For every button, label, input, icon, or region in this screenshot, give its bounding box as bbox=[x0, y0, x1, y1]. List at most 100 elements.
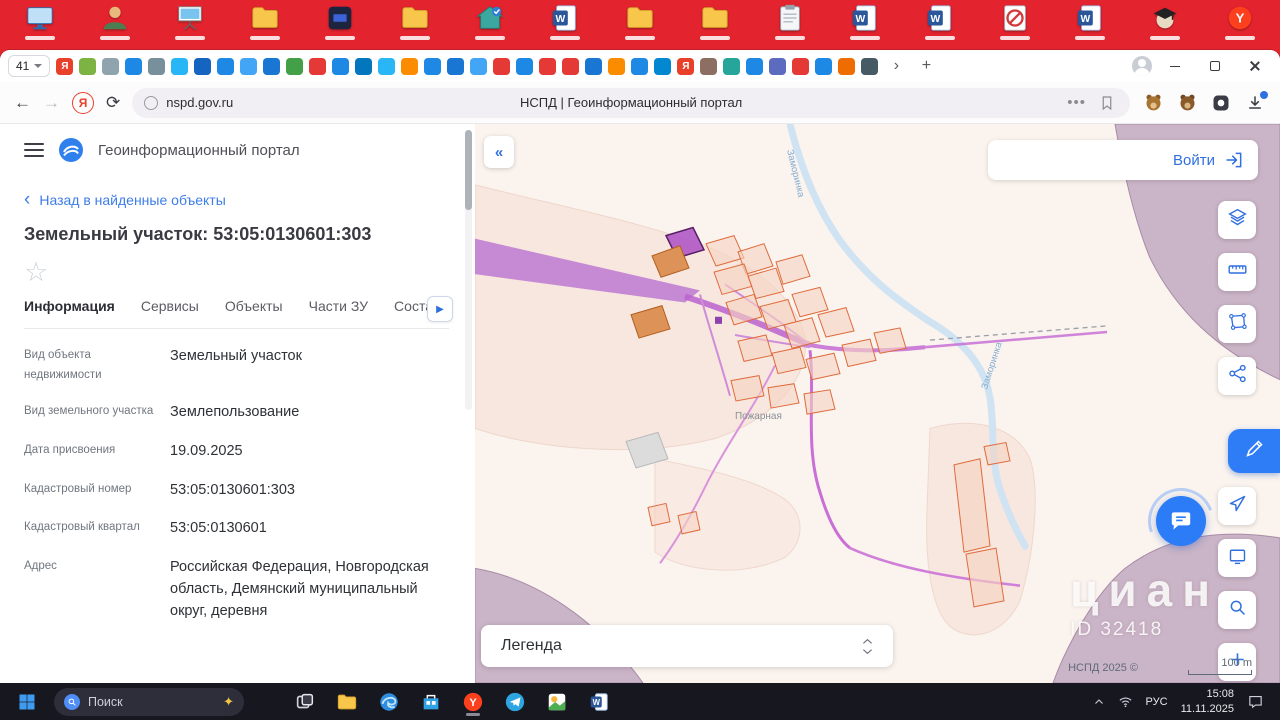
taskbar-photos[interactable] bbox=[540, 687, 574, 717]
more-options-icon[interactable]: ••• bbox=[1067, 94, 1086, 111]
legend-bar[interactable]: Легенда bbox=[481, 625, 893, 667]
desktop-icon-blocked[interactable] bbox=[993, 3, 1037, 49]
browser-tab[interactable] bbox=[585, 57, 603, 75]
desktop-icon-word[interactable]: W bbox=[543, 3, 587, 49]
browser-tab[interactable] bbox=[194, 57, 212, 75]
poi-marker[interactable] bbox=[715, 316, 722, 324]
browser-tab[interactable] bbox=[539, 57, 557, 75]
panel-tab-3[interactable]: Объекты bbox=[225, 298, 283, 328]
taskbar-word[interactable]: W bbox=[582, 687, 616, 717]
tabs-next-arrow[interactable]: ▶ bbox=[427, 296, 453, 322]
search-button[interactable] bbox=[1218, 591, 1256, 629]
browser-tab[interactable] bbox=[79, 57, 97, 75]
browser-tab[interactable] bbox=[125, 57, 143, 75]
tab-counter[interactable]: 41 bbox=[8, 55, 51, 77]
browser-tab[interactable] bbox=[700, 57, 718, 75]
extension-bear-icon[interactable] bbox=[1142, 92, 1164, 114]
panel-tab-2[interactable]: Сервисы bbox=[141, 298, 199, 328]
chat-fab-button[interactable] bbox=[1156, 496, 1206, 546]
desktop-icon-word[interactable]: W bbox=[918, 3, 962, 49]
taskbar-telegram[interactable] bbox=[498, 687, 532, 717]
browser-tab[interactable]: Я bbox=[677, 57, 695, 75]
menu-icon[interactable] bbox=[24, 143, 44, 157]
extension-bear-icon-2[interactable] bbox=[1176, 92, 1198, 114]
browser-tab[interactable] bbox=[309, 57, 327, 75]
extension-dark-icon[interactable] bbox=[1210, 92, 1232, 114]
desktop-icon-house[interactable] bbox=[468, 3, 512, 49]
browser-tab[interactable] bbox=[240, 57, 258, 75]
close-button[interactable] bbox=[1238, 54, 1272, 78]
taskbar-folder[interactable] bbox=[330, 687, 364, 717]
login-button[interactable]: Войти bbox=[988, 140, 1258, 180]
map-area[interactable]: Заморинка Заморинка Пожарная « Войти Лег… bbox=[475, 124, 1280, 683]
browser-tab[interactable] bbox=[171, 57, 189, 75]
desktop-icon-folder[interactable] bbox=[693, 3, 737, 49]
panel-tab-1[interactable]: Информация bbox=[24, 298, 115, 328]
layers-button[interactable] bbox=[1218, 201, 1256, 239]
map-canvas[interactable]: Заморинка Заморинка Пожарная bbox=[475, 124, 1280, 683]
downloads-button[interactable] bbox=[1244, 88, 1270, 114]
profile-avatar[interactable] bbox=[1132, 56, 1152, 76]
browser-tab[interactable] bbox=[608, 57, 626, 75]
browser-tab[interactable] bbox=[470, 57, 488, 75]
browser-tab[interactable] bbox=[148, 57, 166, 75]
extent-button[interactable] bbox=[1218, 539, 1256, 577]
locate-button[interactable] bbox=[1218, 487, 1256, 525]
desktop-icon-word[interactable]: W bbox=[1068, 3, 1112, 49]
taskbar-search[interactable]: Поиск ✦ bbox=[54, 687, 244, 716]
tab-overflow-chevron[interactable]: › bbox=[884, 54, 908, 78]
browser-tab[interactable] bbox=[263, 57, 281, 75]
new-tab-button[interactable]: + bbox=[914, 54, 938, 78]
browser-tab[interactable] bbox=[746, 57, 764, 75]
browser-tab[interactable] bbox=[723, 57, 741, 75]
share-button[interactable] bbox=[1218, 357, 1256, 395]
start-button[interactable] bbox=[10, 687, 44, 717]
browser-tab[interactable] bbox=[838, 57, 856, 75]
browser-tab[interactable] bbox=[861, 57, 879, 75]
desktop-icon-word[interactable]: W bbox=[843, 3, 887, 49]
maximize-button[interactable] bbox=[1198, 54, 1232, 78]
browser-tab[interactable] bbox=[447, 57, 465, 75]
browser-tab[interactable] bbox=[401, 57, 419, 75]
minimize-button[interactable] bbox=[1158, 54, 1192, 78]
language-indicator[interactable]: РУС bbox=[1146, 696, 1168, 708]
browser-tab[interactable] bbox=[562, 57, 580, 75]
desktop-icon-appdark[interactable] bbox=[318, 3, 362, 49]
clock[interactable]: 15:08 11.11.2025 bbox=[1181, 687, 1234, 716]
browser-tab[interactable] bbox=[217, 57, 235, 75]
site-info-icon[interactable] bbox=[144, 95, 159, 110]
browser-tab[interactable] bbox=[332, 57, 350, 75]
yandex-home-icon[interactable]: Я bbox=[72, 91, 94, 114]
back-arrow-icon[interactable]: ← bbox=[14, 94, 31, 111]
ruler-button[interactable] bbox=[1218, 253, 1256, 291]
collapse-panel-button[interactable]: « bbox=[484, 136, 514, 168]
desktop-icon-yandex[interactable]: Y bbox=[1218, 3, 1262, 49]
desktop-icon-monitor[interactable] bbox=[18, 3, 62, 49]
taskbar-yandex[interactable]: Y bbox=[456, 687, 490, 717]
desktop-icon-folder[interactable] bbox=[393, 3, 437, 49]
browser-tab[interactable] bbox=[815, 57, 833, 75]
network-icon[interactable] bbox=[1118, 694, 1133, 709]
browser-tab[interactable] bbox=[424, 57, 442, 75]
browser-tab[interactable]: Я bbox=[56, 57, 74, 75]
browser-tab[interactable] bbox=[378, 57, 396, 75]
browser-tab[interactable] bbox=[286, 57, 304, 75]
bookmark-icon[interactable] bbox=[1096, 92, 1118, 114]
forward-arrow-icon[interactable]: → bbox=[43, 94, 60, 111]
draw-button[interactable] bbox=[1228, 429, 1280, 473]
desktop-icon-clipboard[interactable] bbox=[768, 3, 812, 49]
browser-tab[interactable] bbox=[516, 57, 534, 75]
desktop-icon-graduate[interactable] bbox=[1143, 3, 1187, 49]
tray-chevron-up-icon[interactable] bbox=[1093, 696, 1105, 708]
scrollbar-thumb[interactable] bbox=[465, 130, 472, 210]
browser-tab[interactable] bbox=[355, 57, 373, 75]
browser-tab[interactable] bbox=[792, 57, 810, 75]
panel-scrollbar[interactable] bbox=[465, 130, 472, 410]
browser-tab[interactable] bbox=[493, 57, 511, 75]
measure-area-button[interactable] bbox=[1218, 305, 1256, 343]
panel-tab-4[interactable]: Части ЗУ bbox=[309, 298, 368, 328]
taskbar-edge[interactable] bbox=[372, 687, 406, 717]
desktop-icon-presentation[interactable] bbox=[168, 3, 212, 49]
back-to-results-link[interactable]: ‹ Назад в найденные объекты bbox=[24, 190, 449, 209]
browser-tab[interactable] bbox=[631, 57, 649, 75]
